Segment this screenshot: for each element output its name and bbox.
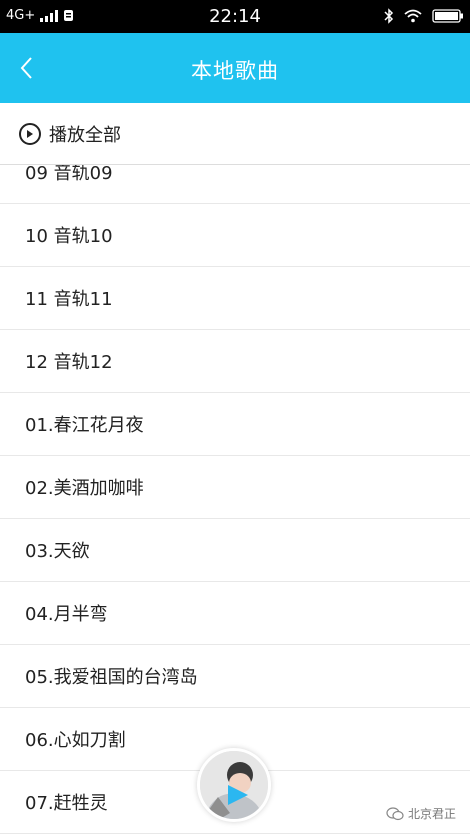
status-right xyxy=(384,8,464,24)
play-all-label: 播放全部 xyxy=(49,124,121,146)
song-item[interactable]: 01.春江花月夜 xyxy=(0,393,470,456)
page-title: 本地歌曲 xyxy=(191,59,279,83)
song-item[interactable]: 02.美酒加咖啡 xyxy=(0,456,470,519)
album-cover-icon xyxy=(200,751,268,819)
song-item[interactable]: 10 音轨10 xyxy=(0,204,470,267)
song-list[interactable]: 09 音轨09 10 音轨10 11 音轨11 12 音轨12 01.春江花月夜… xyxy=(0,165,470,835)
play-all-button[interactable]: 播放全部 xyxy=(0,103,470,165)
bluetooth-icon xyxy=(384,8,394,24)
song-item[interactable]: 03.天欲 xyxy=(0,519,470,582)
song-item[interactable]: 05.我爱祖国的台湾岛 xyxy=(0,645,470,708)
song-item[interactable]: 12 音轨12 xyxy=(0,330,470,393)
watermark-text: 北京君正 xyxy=(407,807,456,821)
title-bar: 本地歌曲 xyxy=(0,33,470,103)
battery-icon xyxy=(432,9,463,23)
now-playing-button[interactable] xyxy=(197,748,271,822)
song-item[interactable]: 09 音轨09 xyxy=(0,165,470,204)
song-item[interactable]: 11 音轨11 xyxy=(0,267,470,330)
status-bar: 4G+ 22:14 xyxy=(0,0,470,33)
song-item[interactable]: 04.月半弯 xyxy=(0,582,470,645)
watermark: 北京君正 xyxy=(386,805,456,822)
wifi-icon xyxy=(404,9,422,23)
wechat-icon xyxy=(386,806,404,820)
play-circle-icon xyxy=(19,122,41,145)
